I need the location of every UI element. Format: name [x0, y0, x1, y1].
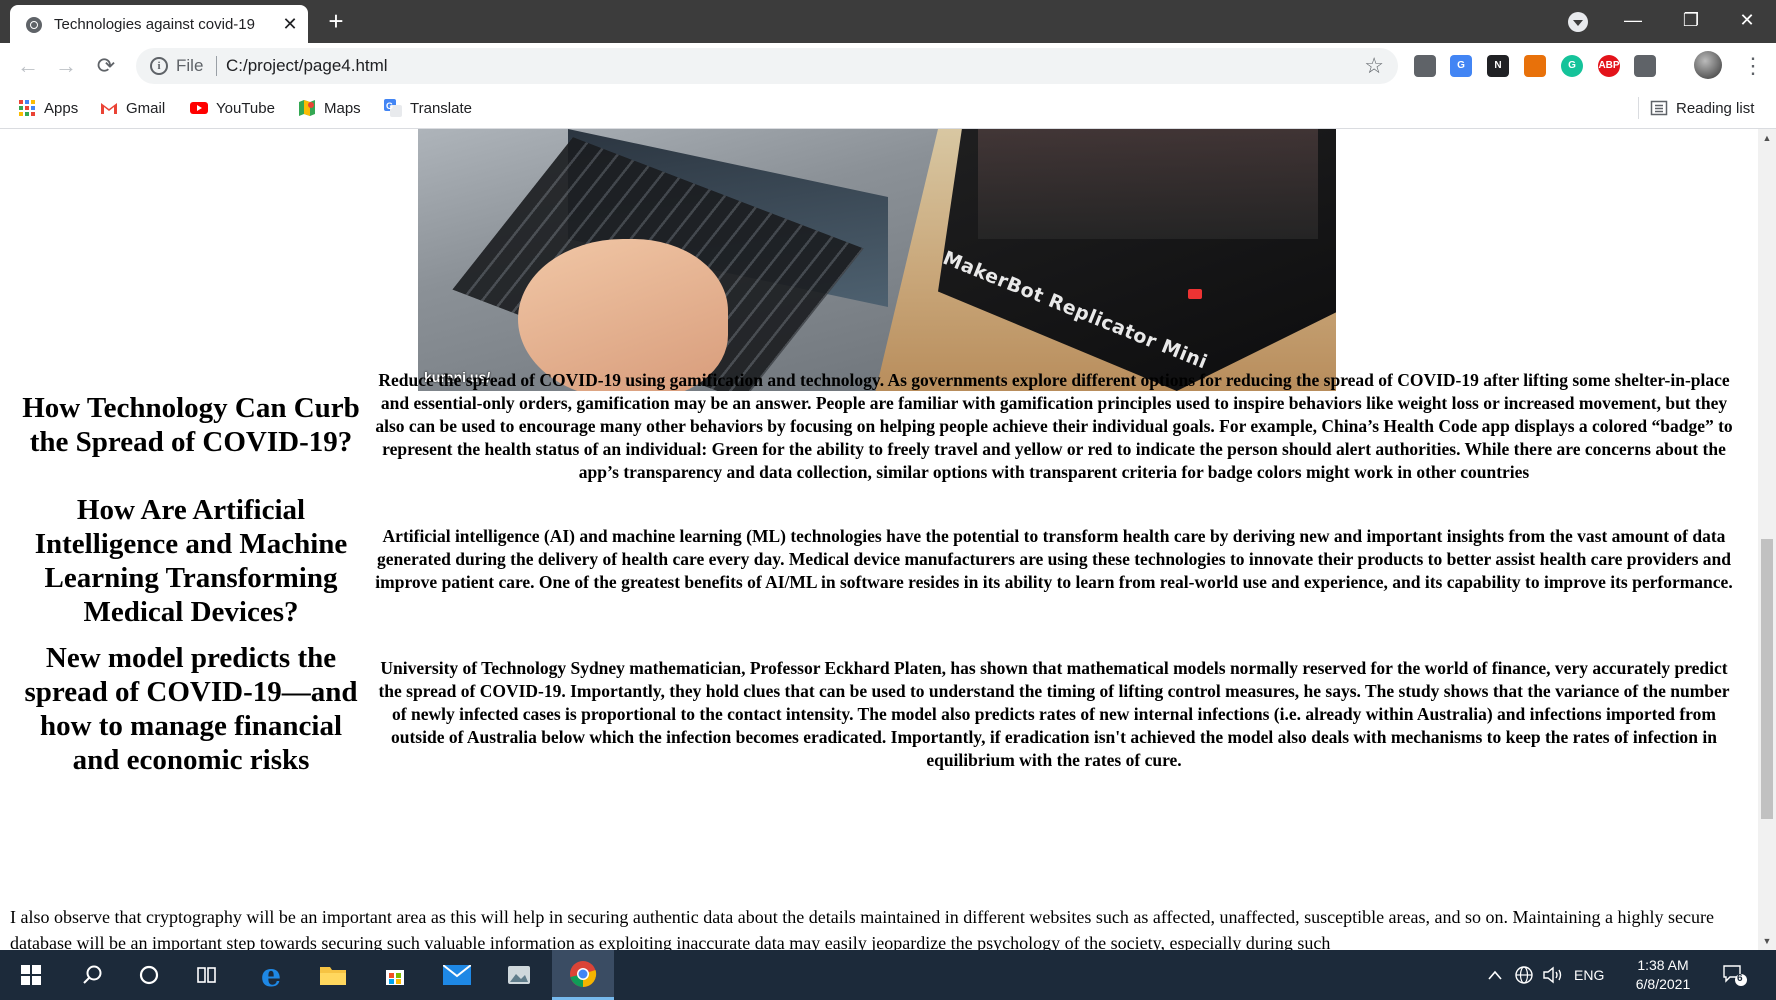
- url-text[interactable]: C:/project/page4.html: [226, 56, 388, 76]
- start-button[interactable]: [0, 950, 62, 1000]
- restore-button[interactable]: ❐: [1662, 0, 1720, 40]
- clock-time: 1:38 AM: [1637, 957, 1689, 973]
- new-tab-button[interactable]: +: [322, 7, 350, 35]
- menu-icon[interactable]: ⋮: [1742, 53, 1764, 79]
- browser-tab[interactable]: Technologies against covid-19 ✕: [10, 5, 308, 43]
- mail-icon[interactable]: [426, 950, 488, 1000]
- back-icon[interactable]: ←: [12, 50, 44, 82]
- scroll-thumb[interactable]: [1761, 539, 1773, 819]
- scroll-down-icon[interactable]: ▼: [1762, 936, 1772, 946]
- bookmark-star-icon[interactable]: ☆: [1364, 53, 1384, 79]
- bookmark-maps[interactable]: Maps: [298, 95, 361, 121]
- bookmark-label: Gmail: [126, 99, 166, 117]
- notification-count: 6: [1737, 973, 1743, 984]
- photos-icon[interactable]: [488, 950, 550, 1000]
- bookmark-label: Apps: [44, 99, 79, 117]
- page-viewport: MakerBot Replicator Mini kurani.us/ How …: [0, 129, 1758, 950]
- reading-list-icon: [1650, 99, 1668, 117]
- browser-toolbar: ← → ⟳ i File C:/project/page4.html ☆ GNG…: [0, 43, 1776, 89]
- network-icon[interactable]: [1514, 950, 1534, 1000]
- translate-icon: G: [384, 99, 402, 117]
- bookmark-apps[interactable]: Apps: [18, 95, 78, 121]
- address-bar[interactable]: i File C:/project/page4.html ☆: [136, 48, 1398, 84]
- youtube-icon: [190, 99, 208, 117]
- task-view-icon[interactable]: [176, 950, 238, 1000]
- clock-date: 6/8/2021: [1635, 976, 1691, 992]
- google-translate-icon[interactable]: G: [1450, 55, 1472, 77]
- bookmark-translate[interactable]: G Translate: [384, 95, 472, 121]
- section-body: University of Technology Sydney mathemat…: [378, 658, 1730, 770]
- grammarly-icon[interactable]: G: [1561, 55, 1583, 77]
- bookmark-gmail[interactable]: Gmail: [100, 95, 165, 121]
- reading-list-button[interactable]: Reading list: [1650, 95, 1754, 121]
- section-body: Reduce the spread of COVID-19 using gami…: [375, 370, 1733, 482]
- language-indicator[interactable]: ENG: [1574, 950, 1604, 1000]
- search-icon[interactable]: [62, 950, 124, 1000]
- tab-title: Technologies against covid-19: [54, 16, 255, 33]
- windows-icon: [21, 965, 41, 985]
- clock[interactable]: 1:38 AM 6/8/2021: [1618, 956, 1708, 994]
- bookmark-youtube[interactable]: YouTube: [190, 95, 275, 121]
- chrome-taskbar-icon[interactable]: [552, 950, 614, 1000]
- hero-image: MakerBot Replicator Mini kurani.us/: [418, 129, 1336, 391]
- url-scheme: File: [176, 56, 204, 75]
- printer-enclosure-graphic: [978, 129, 1318, 239]
- section-body: Artificial intelligence (AI) and machine…: [375, 526, 1733, 592]
- reload-icon[interactable]: ⟳: [90, 50, 122, 82]
- notion-icon[interactable]: N: [1487, 55, 1509, 77]
- bookmark-label: Maps: [324, 99, 361, 117]
- bookmarks-divider: [1638, 97, 1639, 119]
- notification-center-icon[interactable]: 6: [1722, 950, 1748, 1000]
- extension-icon[interactable]: [1414, 55, 1436, 77]
- section-heading: How Are Artificial Intelligence and Mach…: [34, 494, 348, 628]
- apps-icon: [18, 99, 36, 117]
- tab-search-icon[interactable]: [1568, 12, 1588, 32]
- info-icon[interactable]: i: [150, 57, 168, 75]
- svg-text:G: G: [386, 101, 393, 111]
- cast-icon[interactable]: [1524, 55, 1546, 77]
- volume-icon[interactable]: [1542, 950, 1564, 1000]
- file-explorer-icon[interactable]: [302, 950, 364, 1000]
- maps-icon: [298, 99, 316, 117]
- puzzle-icon[interactable]: [1634, 55, 1656, 77]
- title-bar: Technologies against covid-19 ✕ + — ❐ ✕: [0, 0, 1776, 43]
- scroll-up-icon[interactable]: ▲: [1762, 133, 1772, 143]
- close-tab-icon[interactable]: ✕: [280, 14, 300, 34]
- section-heading: How Technology Can Curb the Spread of CO…: [22, 392, 360, 458]
- show-hidden-icons[interactable]: [1488, 950, 1502, 1000]
- windows-taskbar: e ENG 1:38 AM 6/8/2021 6: [0, 950, 1776, 1000]
- section-heading: New model predicts the spread of COVID-1…: [24, 642, 358, 776]
- gmail-icon: [100, 99, 118, 117]
- store-icon[interactable]: [364, 950, 426, 1000]
- globe-icon: [26, 17, 42, 33]
- close-window-button[interactable]: ✕: [1718, 0, 1776, 40]
- bookmark-label: YouTube: [216, 99, 275, 117]
- url-separator: [216, 56, 217, 76]
- adblock-plus-icon[interactable]: ABP: [1598, 55, 1620, 77]
- bookmark-label: Translate: [410, 99, 472, 117]
- reading-list-label: Reading list: [1676, 99, 1755, 117]
- avatar[interactable]: [1694, 51, 1722, 79]
- edge-icon[interactable]: e: [240, 950, 302, 1000]
- printer-led-graphic: [1188, 289, 1202, 299]
- vertical-scrollbar[interactable]: ▲ ▼: [1758, 129, 1776, 950]
- cortana-icon[interactable]: [118, 950, 180, 1000]
- forward-icon[interactable]: →: [50, 50, 82, 82]
- bookmarks-bar: Apps Gmail YouTube Maps G Translate Read…: [0, 89, 1776, 129]
- closing-paragraph: I also observe that cryptography will be…: [10, 907, 1714, 950]
- minimize-button[interactable]: —: [1604, 0, 1662, 40]
